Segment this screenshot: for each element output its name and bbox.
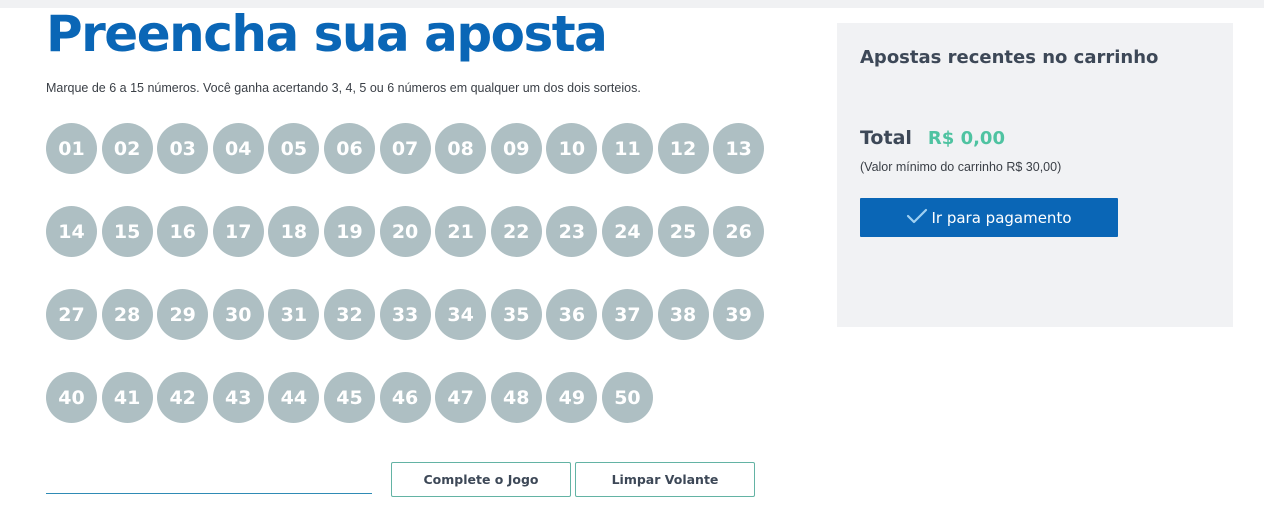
number-ball-05[interactable]: 05 xyxy=(268,123,320,174)
number-ball-48[interactable]: 48 xyxy=(490,372,542,423)
number-ball-19[interactable]: 19 xyxy=(323,206,375,257)
number-ball-34[interactable]: 34 xyxy=(435,289,487,340)
number-ball-39[interactable]: 39 xyxy=(713,289,765,340)
number-ball-49[interactable]: 49 xyxy=(546,372,598,423)
total-value: R$ 0,00 xyxy=(927,128,1005,149)
number-ball-18[interactable]: 18 xyxy=(268,206,320,257)
page-title: Preencha sua aposta xyxy=(46,5,608,63)
number-ball-38[interactable]: 38 xyxy=(657,289,709,340)
complete-game-button[interactable]: Complete o Jogo xyxy=(391,462,571,497)
number-ball-26[interactable]: 26 xyxy=(713,206,765,257)
number-ball-12[interactable]: 12 xyxy=(657,123,709,174)
number-ball-41[interactable]: 41 xyxy=(101,372,153,423)
number-ball-01[interactable]: 01 xyxy=(46,123,97,174)
bet-instructions: Marque de 6 a 15 números. Você ganha ace… xyxy=(46,81,641,95)
number-ball-46[interactable]: 46 xyxy=(379,372,431,423)
number-ball-27[interactable]: 27 xyxy=(46,289,97,340)
number-ball-17[interactable]: 17 xyxy=(212,206,264,257)
number-ball-14[interactable]: 14 xyxy=(46,206,97,257)
number-ball-32[interactable]: 32 xyxy=(323,289,375,340)
check-icon xyxy=(906,208,928,224)
bet-actions: Complete o Jogo Limpar Volante xyxy=(46,462,766,498)
number-ball-36[interactable]: 36 xyxy=(546,289,598,340)
number-ball-08[interactable]: 08 xyxy=(435,123,487,174)
clear-slip-button[interactable]: Limpar Volante xyxy=(575,462,755,497)
bet-input[interactable] xyxy=(46,462,372,494)
number-ball-33[interactable]: 33 xyxy=(379,289,431,340)
number-ball-13[interactable]: 13 xyxy=(713,123,765,174)
number-ball-07[interactable]: 07 xyxy=(379,123,431,174)
minimum-cart-note: (Valor mínimo do carrinho R$ 30,00) xyxy=(860,160,1062,174)
number-ball-50[interactable]: 50 xyxy=(601,372,653,423)
number-ball-11[interactable]: 11 xyxy=(601,123,653,174)
number-ball-37[interactable]: 37 xyxy=(601,289,653,340)
number-ball-30[interactable]: 30 xyxy=(212,289,264,340)
number-ball-03[interactable]: 03 xyxy=(157,123,209,174)
cart-panel: Apostas recentes no carrinho Total R$ 0,… xyxy=(837,23,1233,327)
number-ball-10[interactable]: 10 xyxy=(546,123,598,174)
number-ball-24[interactable]: 24 xyxy=(601,206,653,257)
number-ball-28[interactable]: 28 xyxy=(101,289,153,340)
number-ball-40[interactable]: 40 xyxy=(46,372,97,423)
number-ball-20[interactable]: 20 xyxy=(379,206,431,257)
number-ball-15[interactable]: 15 xyxy=(101,206,153,257)
number-ball-44[interactable]: 44 xyxy=(268,372,320,423)
number-ball-45[interactable]: 45 xyxy=(323,372,375,423)
number-ball-29[interactable]: 29 xyxy=(157,289,209,340)
go-to-payment-button[interactable]: Ir para pagamento xyxy=(860,198,1118,237)
number-ball-06[interactable]: 06 xyxy=(323,123,375,174)
number-ball-23[interactable]: 23 xyxy=(546,206,598,257)
number-ball-02[interactable]: 02 xyxy=(101,123,153,174)
number-ball-47[interactable]: 47 xyxy=(435,372,487,423)
payment-label: Ir para pagamento xyxy=(931,208,1072,227)
cart-title: Apostas recentes no carrinho xyxy=(860,47,1159,68)
number-ball-25[interactable]: 25 xyxy=(657,206,709,257)
cart-total: Total R$ 0,00 xyxy=(860,127,1005,149)
number-ball-09[interactable]: 09 xyxy=(490,123,542,174)
total-label: Total xyxy=(860,127,912,149)
number-ball-43[interactable]: 43 xyxy=(212,372,264,423)
number-ball-35[interactable]: 35 xyxy=(490,289,542,340)
bet-panel: Preencha sua aposta Marque de 6 a 15 núm… xyxy=(46,5,786,423)
number-ball-21[interactable]: 21 xyxy=(435,206,487,257)
number-ball-16[interactable]: 16 xyxy=(157,206,209,257)
number-ball-04[interactable]: 04 xyxy=(212,123,264,174)
number-ball-42[interactable]: 42 xyxy=(157,372,209,423)
number-ball-31[interactable]: 31 xyxy=(268,289,320,340)
number-ball-22[interactable]: 22 xyxy=(490,206,542,257)
number-grid: 01 02 03 04 05 06 07 08 09 10 11 12 13 14 15 16 17 18 19 20… xyxy=(46,123,786,423)
